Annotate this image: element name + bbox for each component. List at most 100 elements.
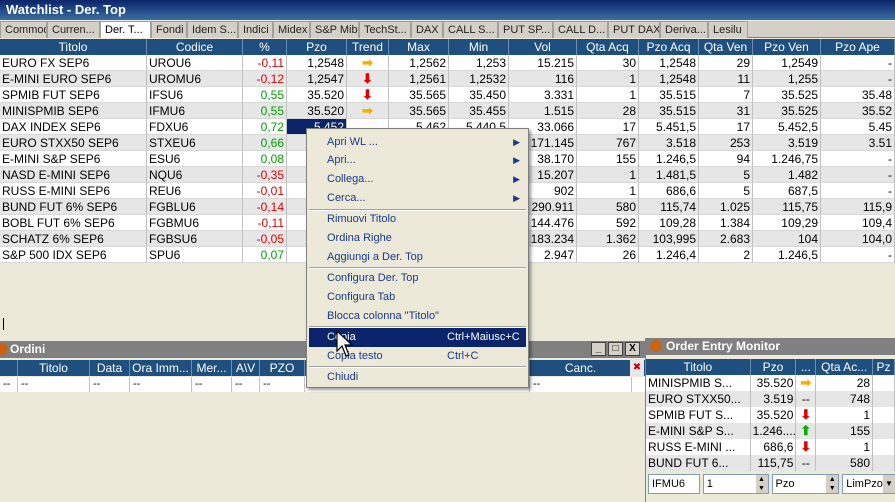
menu-item-3[interactable]: Cerca... ▶ <box>309 189 526 208</box>
cell-pape: 115,9 <box>821 199 895 215</box>
ordini-column-header-3[interactable]: Ora Imm... <box>130 360 192 376</box>
cell-titolo-text: DAX INDEX SEP6 <box>2 120 101 134</box>
menu-item-label: Configura Der. Top <box>327 272 419 284</box>
oem-table-row[interactable]: MINISPMIB S... 35.520 ➡ 28 <box>646 375 895 391</box>
minimize-button[interactable]: _ <box>591 342 606 356</box>
chevron-down-icon[interactable]: ▼ <box>883 475 895 493</box>
maximize-button[interactable]: □ <box>608 342 623 356</box>
menu-item-10[interactable]: Configura Tab <box>309 288 526 307</box>
column-header-pape[interactable]: Pzo Ape <box>821 39 895 55</box>
tab-13[interactable]: PUT DAX <box>608 21 660 38</box>
ordini-column-header-2[interactable]: Data <box>90 360 130 376</box>
tab-12[interactable]: CALL D... <box>553 21 608 38</box>
column-header-trend[interactable]: Trend <box>347 39 389 55</box>
ordini-column-header-6[interactable]: PZO <box>260 360 305 376</box>
oem-column-header-1[interactable]: Pzo <box>751 359 797 375</box>
arrow-down-icon: ⬇ <box>800 407 812 422</box>
cell-titolo-text: E-MINI S&P SEP6 <box>2 152 101 166</box>
oem-column-header-4[interactable]: Pz <box>873 359 895 375</box>
oem-cell-qta: 1 <box>816 407 874 423</box>
ordini-column-header-1[interactable]: Titolo <box>18 360 90 376</box>
cell-codice: IFMU6 <box>147 103 243 119</box>
close-button[interactable]: X <box>625 342 640 356</box>
cell-codice: FGBLU6 <box>147 199 243 215</box>
tab-2[interactable]: Der. T... <box>100 21 151 38</box>
price-spin-icon[interactable]: ▲ ▼ <box>826 475 839 493</box>
tab-11[interactable]: PUT SP... <box>498 21 553 38</box>
tab-15[interactable]: Lesilu <box>708 21 748 38</box>
ordini-column-header-8[interactable]: Canc. <box>530 360 632 376</box>
menu-item-11[interactable]: Blocca colonna "Titolo" <box>309 307 526 326</box>
oem-column-header-0[interactable]: Titolo <box>646 359 751 375</box>
menu-item-label: Ordina Righe <box>327 232 392 244</box>
order-type-select[interactable]: LimPzo ▼ <box>842 474 895 494</box>
submenu-arrow-icon: ▶ <box>513 193 520 203</box>
menu-item-7[interactable]: Aggiungi a Der. Top <box>309 248 526 267</box>
oem-table-row[interactable]: E-MINI S&P S... 1.246.... ⬆ 155 <box>646 423 895 439</box>
oem-table-row[interactable]: SPMIB FUT S... 35.520 ⬇ 1 <box>646 407 895 423</box>
price-stepper[interactable]: Pzo ▲ ▼ <box>771 474 840 494</box>
tab-9[interactable]: DAX <box>411 21 443 38</box>
tab-6[interactable]: Midex <box>273 21 310 38</box>
ordini-cancel-icon[interactable]: ✖ <box>630 360 644 376</box>
table-row[interactable]: EURO FX SEP6 UROU6 -0,11 1,2548 ➡ 1,2562 1,253… <box>0 55 895 71</box>
ordini-column-header-0[interactable] <box>0 360 18 376</box>
cell-codice: UROU6 <box>147 55 243 71</box>
cell-pape: 3.51 <box>821 135 895 151</box>
menu-item-6[interactable]: Ordina Righe <box>309 229 526 248</box>
oem-column-header-2[interactable]: ... <box>796 359 817 375</box>
submenu-arrow-icon: ▶ <box>513 174 520 184</box>
table-row[interactable]: E-MINI EURO SEP6 UROMU6 -0,12 1,2547 ⬇ 1,2561… <box>0 71 895 87</box>
tab-7[interactable]: S&P Mib <box>310 21 359 38</box>
arrow-up-icon: ⬆ <box>800 423 812 438</box>
column-header-pv[interactable]: Pzo Ven <box>753 39 821 55</box>
tab-10[interactable]: CALL S... <box>443 21 498 38</box>
cell-titolo-text: SPMIB FUT SEP6 <box>2 88 100 102</box>
oem-column-header-3[interactable]: Qta Ac... <box>816 359 874 375</box>
column-header-pct[interactable]: % <box>243 39 287 55</box>
column-header-min[interactable]: Min <box>449 39 509 55</box>
oem-table-row[interactable]: EURO STXX50... 3.519 -- 748 <box>646 391 895 407</box>
cell-titolo: EURO FX SEP6 <box>0 55 147 71</box>
tab-14[interactable]: Deriva... <box>660 21 708 38</box>
ordini-title-text: Ordini <box>10 342 46 356</box>
quantity-stepper[interactable]: 1 ▲ ▼ <box>702 474 769 494</box>
cell-min: 1,253 <box>449 55 509 71</box>
oem-cell-titolo: RUSS E-MINI ... <box>646 439 751 455</box>
cell-pv: 5.452,5 <box>753 119 821 135</box>
tab-1[interactable]: Curren... <box>47 21 100 38</box>
column-header-codice[interactable]: Codice <box>147 39 243 55</box>
column-header-pzo[interactable]: Pzo <box>287 39 347 55</box>
submenu-arrow-icon: ▶ <box>513 155 520 165</box>
code-input[interactable]: IFMU6 <box>648 474 700 494</box>
tab-5[interactable]: Indici <box>238 21 273 38</box>
menu-item-1[interactable]: Apri... ▶ <box>309 151 526 170</box>
tab-8[interactable]: TechSt... <box>359 21 411 38</box>
column-header-vol[interactable]: Vol <box>509 39 577 55</box>
table-row[interactable]: SPMIB FUT SEP6 IFSU6 0,55 35.520 ⬇ 35.565 35.4… <box>0 87 895 103</box>
menu-item-16[interactable]: Chiudi <box>309 368 526 387</box>
menu-item-0[interactable]: Apri WL ... ▶ <box>309 133 526 152</box>
quantity-spin-icon[interactable]: ▲ ▼ <box>755 475 768 493</box>
cell-qv: 253 <box>699 135 753 151</box>
column-header-qa[interactable]: Qta Acq <box>577 39 639 55</box>
oem-table-row[interactable]: RUSS E-MINI ... 686,6 ⬇ 1 <box>646 439 895 455</box>
tab-3[interactable]: Fondi <box>151 21 187 38</box>
oem-cell-trend: ⬇ <box>796 407 817 423</box>
ordini-column-header-5[interactable]: A\V <box>232 360 260 376</box>
oem-cell-qta: 580 <box>816 455 874 471</box>
menu-item-5[interactable]: Rimuovi Titolo <box>309 210 526 229</box>
table-row[interactable]: MINISPMIB SEP6 IFMU6 0,55 35.520 ➡ 35.565 35.4… <box>0 103 895 119</box>
column-header-qv[interactable]: Qta Ven <box>699 39 753 55</box>
menu-item-9[interactable]: Configura Der. Top <box>309 269 526 288</box>
column-header-max[interactable]: Max <box>389 39 449 55</box>
tab-4[interactable]: Idem S... <box>187 21 238 38</box>
ordini-column-header-4[interactable]: Mer... <box>192 360 232 376</box>
column-header-pa[interactable]: Pzo Acq <box>639 39 699 55</box>
cell-titolo: E-MINI EURO SEP6 <box>0 71 147 87</box>
tab-0[interactable]: Commod... <box>0 21 47 38</box>
column-header-titolo[interactable]: Titolo <box>0 39 147 55</box>
order-entry-monitor: Order Entry Monitor Titolo Pzo... Qta Ac..… <box>645 338 895 502</box>
oem-table-row[interactable]: BUND FUT 6... 115,75 -- 580 <box>646 455 895 471</box>
menu-item-2[interactable]: Collega... ▶ <box>309 170 526 189</box>
